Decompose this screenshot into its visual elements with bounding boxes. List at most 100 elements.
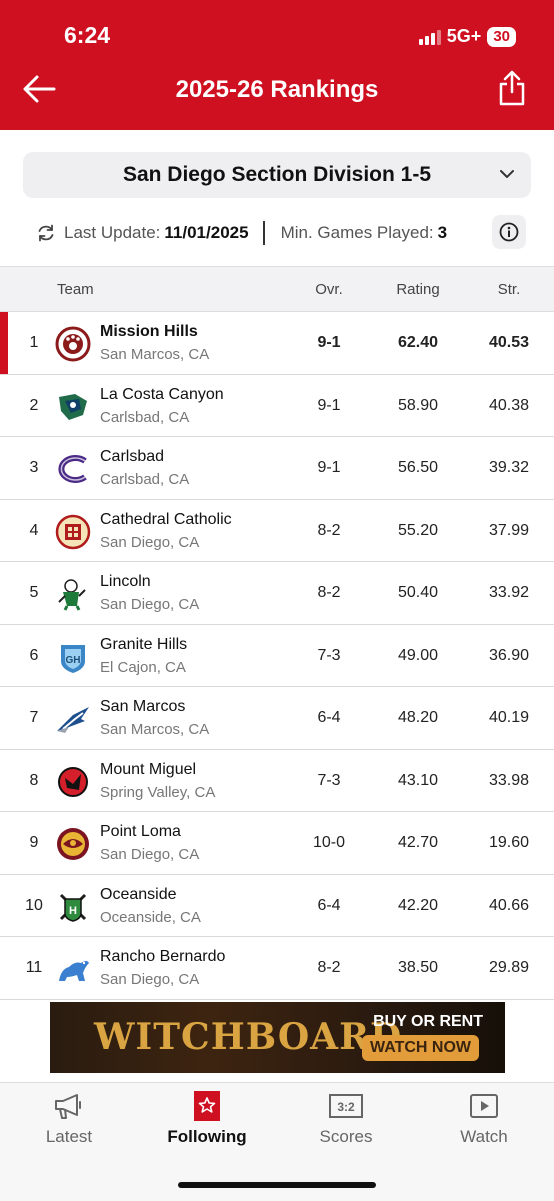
share-icon[interactable] xyxy=(498,70,526,106)
header-ovr[interactable]: Ovr. xyxy=(286,281,372,298)
team-name[interactable]: Rancho Bernardo xyxy=(100,948,225,966)
strength-value: 40.38 xyxy=(488,396,530,414)
team-name[interactable]: San Marcos xyxy=(100,698,185,716)
megaphone-icon xyxy=(55,1094,81,1119)
overall-record: 8-2 xyxy=(317,959,341,976)
tab-following[interactable]: Following xyxy=(157,1091,257,1147)
table-row[interactable]: 7 San Marcos San Marcos, CA 6-4 48.20 40.19 xyxy=(0,687,554,750)
team-name[interactable]: Mission Hills xyxy=(100,323,198,341)
network-label: 5G+ xyxy=(446,26,482,46)
overall-record: 8-2 xyxy=(317,584,341,601)
team-location: Carlsbad, CA xyxy=(100,471,190,488)
strength-value: 37.99 xyxy=(488,521,530,539)
rank-number: 10 xyxy=(25,896,43,914)
table-row[interactable]: 8 Mount Miguel Spring Valley, CA 7-3 43.10 33… xyxy=(0,749,554,812)
table-row[interactable]: 2 La Costa Canyon Carlsbad, CA 9-1 58.90 40.3… xyxy=(0,374,554,437)
team-name[interactable]: Point Loma xyxy=(100,823,181,841)
table-row[interactable]: 1 Mission Hills San Marcos, CA 9-1 62.40 40.5… xyxy=(0,312,554,375)
rating-value: 58.90 xyxy=(397,396,439,414)
signal-icon xyxy=(418,29,441,45)
team-location: Spring Valley, CA xyxy=(100,783,216,801)
team-location: San Marcos, CA xyxy=(100,346,210,363)
team-logo-icon: GH xyxy=(61,644,85,673)
overall-record: 10-0 xyxy=(312,834,346,851)
team-name[interactable]: Carlsbad xyxy=(100,448,164,466)
strength-value: 33.92 xyxy=(488,584,530,601)
overall-record: 7-3 xyxy=(317,771,341,789)
overall-record: 7-3 xyxy=(317,646,341,664)
strength-value: 40.66 xyxy=(488,896,530,914)
header-rating[interactable]: Rating xyxy=(372,281,464,298)
team-logo-icon xyxy=(58,766,88,797)
status-icons: 5G+ 30 xyxy=(418,26,516,47)
battery-icon: 30 xyxy=(487,26,516,47)
strength-value: 29.89 xyxy=(488,959,530,976)
division-dropdown[interactable]: San Diego Section Division 1-5 xyxy=(23,152,531,198)
info-icon xyxy=(499,222,519,242)
team-name[interactable]: Lincoln xyxy=(100,573,151,591)
team-location: Carlsbad, CA xyxy=(100,408,190,426)
update-info-row: Last Update: 11/01/2025 Min. Games Playe… xyxy=(36,215,526,249)
overall-record: 6-4 xyxy=(317,896,341,914)
play-icon xyxy=(470,1094,498,1118)
rating-value: 48.20 xyxy=(397,709,439,726)
rank-number: 4 xyxy=(29,521,39,539)
tab-watch[interactable]: Watch xyxy=(434,1091,534,1147)
team-name[interactable]: Mount Miguel xyxy=(100,761,196,779)
team-name[interactable]: La Costa Canyon xyxy=(100,386,224,404)
table-row[interactable]: 5 Lincoln San Diego, CA 8-2 50.40 33.92 xyxy=(0,562,554,625)
rank-number: 2 xyxy=(29,396,39,414)
team-location: San Marcos, CA xyxy=(100,721,210,738)
rating-value: 42.70 xyxy=(397,834,439,851)
page-title: 2025-26 Rankings xyxy=(175,76,379,103)
tab-latest[interactable]: Latest xyxy=(19,1091,119,1147)
tab-latest-label: Latest xyxy=(45,1127,93,1146)
strength-value: 36.90 xyxy=(488,646,530,664)
table-row[interactable]: 11 Rancho Bernardo San Diego, CA 8-2 38.50 29… xyxy=(0,937,554,1000)
rating-value: 43.10 xyxy=(397,771,439,789)
overall-record: 9-1 xyxy=(317,459,341,476)
team-location: San Diego, CA xyxy=(100,971,200,988)
ad-cta-line1: BUY OR RENT xyxy=(373,1013,483,1030)
strength-value: 40.19 xyxy=(488,709,530,726)
team-name[interactable]: Granite Hills xyxy=(100,636,187,654)
table-row[interactable]: 9 Point Loma San Diego, CA 10-0 42.70 19.60 xyxy=(0,812,554,875)
overall-record: 6-4 xyxy=(317,709,341,726)
team-name[interactable]: Oceanside xyxy=(100,886,177,904)
table-row[interactable]: 3 Carlsbad Carlsbad, CA 9-1 56.50 39.32 xyxy=(0,437,554,500)
tab-following-label: Following xyxy=(167,1127,247,1146)
header-str[interactable]: Str. xyxy=(464,281,554,298)
header-team: Team xyxy=(57,281,94,298)
rank-number: 11 xyxy=(25,959,43,976)
home-indicator xyxy=(178,1182,376,1188)
divider xyxy=(262,221,265,245)
ad-banner[interactable]: WITCHBOARD BUY OR RENT WATCH NOW xyxy=(50,1002,505,1073)
last-update-label: Last Update: xyxy=(64,223,161,242)
table-row[interactable]: 6 GH Granite Hills El Cajon, CA 7-3 49.00 36.9… xyxy=(0,624,554,687)
strength-value: 19.60 xyxy=(488,834,530,851)
team-location: El Cajon, CA xyxy=(100,658,186,676)
team-logo-icon xyxy=(58,579,86,611)
table-row[interactable]: 4 Cathedral Catholic San Diego, CA 8-2 55.20… xyxy=(0,499,554,562)
rank-number: 6 xyxy=(29,646,39,664)
team-logo-icon xyxy=(59,961,89,981)
table-row[interactable]: 10 H Oceanside Oceanside, CA 6-4 42.20 40.66 xyxy=(0,874,554,937)
rank-number: 1 xyxy=(29,334,39,351)
info-button[interactable] xyxy=(492,215,526,249)
app-header: 6:24 5G+ 30 2025-26 Rankings xyxy=(0,0,554,130)
team-logo-icon xyxy=(59,393,87,420)
ad-watch-now-button[interactable]: WATCH NOW xyxy=(361,1035,479,1061)
rating-value: 55.20 xyxy=(397,521,439,539)
tab-scores[interactable]: 3:2 Scores xyxy=(296,1091,396,1147)
rank-number: 9 xyxy=(29,834,39,851)
rating-value: 42.20 xyxy=(397,896,439,914)
team-name[interactable]: Cathedral Catholic xyxy=(100,511,232,529)
team-location: San Diego, CA xyxy=(100,596,200,613)
team-logo-icon xyxy=(57,707,89,733)
team-location: Oceanside, CA xyxy=(100,908,201,926)
rating-value: 56.50 xyxy=(397,459,439,476)
team-location: San Diego, CA xyxy=(100,533,200,551)
last-update-value: 11/01/2025 xyxy=(164,223,249,242)
strength-value: 33.98 xyxy=(488,771,530,789)
scoreboard-icon: 3:2 xyxy=(329,1094,363,1118)
